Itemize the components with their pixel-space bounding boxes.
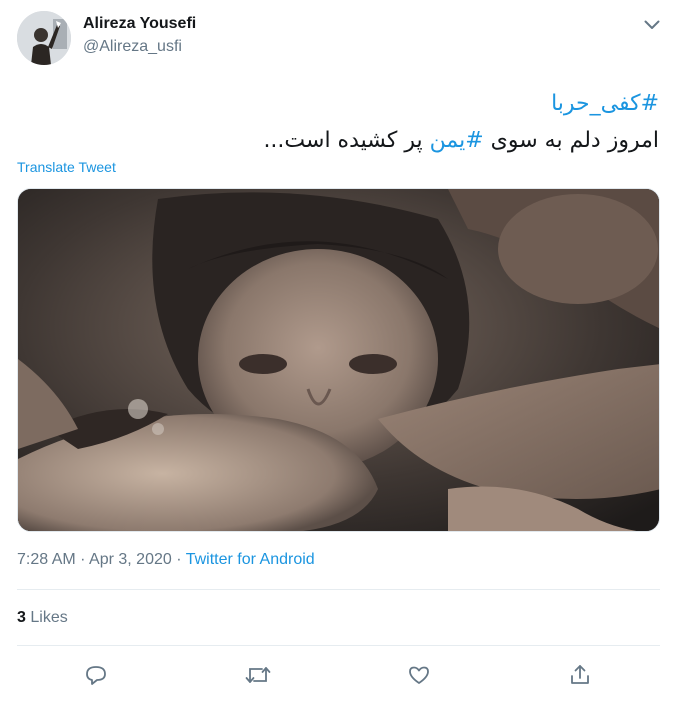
divider [17,589,660,590]
heart-icon[interactable] [406,662,432,688]
avatar[interactable] [17,11,71,65]
retweet-icon[interactable] [245,662,271,688]
user-display-name[interactable]: Alireza Yousefi [83,15,196,33]
likes-stat[interactable]: 3 Likes [17,609,68,627]
tweet-hashtag-line: #کفی_حربا [19,90,659,118]
tweet-date[interactable]: Apr 3, 2020 [89,551,172,568]
avatar-image [17,11,71,65]
tweet-text-part: امروز دلم به سوی [483,128,659,153]
translate-tweet-link[interactable]: Translate Tweet [17,159,116,175]
share-icon[interactable] [567,662,593,688]
tweet-meta: 7:28 AM · Apr 3, 2020 · Twitter for Andr… [17,551,315,569]
hashtag-link[interactable]: #یمن [430,128,484,153]
tweet-card: Alireza Yousefi @Alireza_usfi #کفی_حربا … [0,0,677,701]
tweet-time[interactable]: 7:28 AM [17,551,76,568]
tweet-text-part: پر کشیده است... [263,128,430,153]
divider [17,645,660,646]
tweet-text: امروز دلم به سوی #یمن پر کشیده است... [19,127,659,155]
meta-separator: · [171,551,186,568]
tweet-source-link[interactable]: Twitter for Android [186,551,315,568]
tweet-photo[interactable] [17,188,660,532]
user-handle[interactable]: @Alireza_usfi [83,38,182,56]
reply-icon[interactable] [83,662,109,688]
chevron-down-icon[interactable] [643,16,661,34]
hashtag-link[interactable]: #کفی_حربا [551,91,659,116]
likes-label: Likes [30,609,68,626]
likes-count: 3 [17,609,26,626]
meta-separator: · [75,551,90,568]
photo-image [18,189,659,531]
